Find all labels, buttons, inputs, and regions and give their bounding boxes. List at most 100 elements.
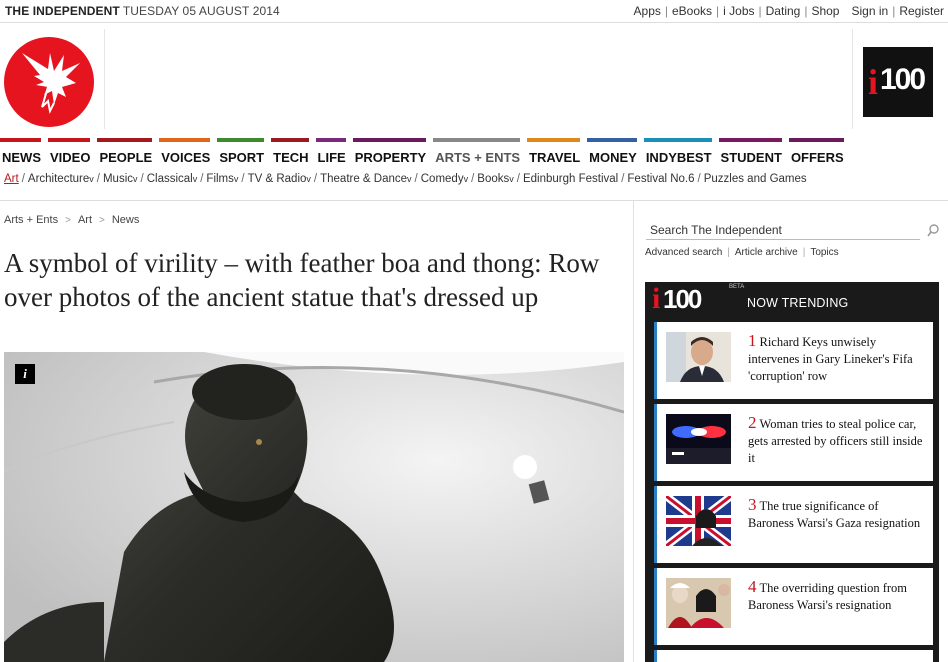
subnav-architecture[interactable]: Architecture — [28, 173, 89, 185]
nav-student[interactable]: STUDENT — [718, 138, 782, 164]
eagle-icon — [22, 53, 80, 115]
subnav-tv-radio[interactable]: TV & Radio — [248, 173, 307, 185]
trending-headline: 3 The true significance of Baroness Warsi… — [748, 496, 926, 532]
subnav-edinburgh-festival[interactable]: Edinburgh Festival — [523, 173, 618, 185]
dropdown-chevron-icon[interactable]: v — [464, 174, 469, 184]
independent-eagle-logo[interactable] — [4, 37, 94, 127]
nav-tech[interactable]: TECH — [271, 138, 309, 164]
brand-label: THE INDEPENDENT — [5, 4, 120, 18]
trending-header: i 100 BETA NOW TRENDING — [645, 282, 939, 316]
link-shop[interactable]: Shop — [811, 4, 839, 18]
dropdown-chevron-icon[interactable]: v — [234, 174, 239, 184]
separator: / — [313, 173, 318, 185]
dropdown-chevron-icon[interactable]: v — [133, 174, 138, 184]
trending-item[interactable]: 4 The overriding question from Baroness W… — [654, 568, 933, 645]
trending-text: The overriding question from Baroness Wa… — [748, 581, 908, 612]
main-nav: NEWS VIDEO PEOPLE VOICES SPORT TECH LIFE PROPER… — [0, 138, 851, 164]
separator: / — [21, 173, 25, 185]
breadcrumb-arts-ents[interactable]: Arts + Ents — [4, 214, 58, 226]
dropdown-chevron-icon[interactable]: v — [193, 174, 198, 184]
utility-links: Apps | eBooks | i Jobs | Dating | Shop S… — [634, 4, 944, 18]
sign-in-link[interactable]: Sign in — [851, 4, 888, 18]
article-archive-link[interactable]: Article archive — [735, 247, 798, 258]
separator: | — [804, 4, 808, 18]
i100-logo[interactable]: i 100 — [863, 47, 933, 117]
i100-logo-i: i — [652, 282, 661, 315]
topics-link[interactable]: Topics — [810, 247, 838, 258]
subnav-books[interactable]: Books — [477, 173, 509, 185]
trending-headline: 1 Richard Keys unwisely intervenes in Gar… — [748, 332, 926, 385]
link-apps[interactable]: Apps — [634, 4, 661, 18]
nav-indybest[interactable]: INDYBEST — [643, 138, 712, 164]
separator: | — [664, 4, 668, 18]
i100-logo-num: 100 — [663, 284, 702, 314]
trending-item[interactable]: 2 Woman tries to steal police car, gets a… — [654, 404, 933, 481]
separator: / — [96, 173, 100, 185]
nav-video[interactable]: VIDEO — [48, 138, 91, 164]
breadcrumb: Arts + Ents > Art > News — [4, 214, 139, 226]
nav-sport[interactable]: SPORT — [217, 138, 265, 164]
nav-property[interactable]: PROPERTY — [352, 138, 427, 164]
subnav-films[interactable]: Films — [206, 173, 233, 185]
nav-news[interactable]: NEWS — [0, 138, 41, 164]
link-ebooks[interactable]: eBooks — [672, 4, 712, 18]
breadcrumb-news[interactable]: News — [112, 214, 140, 226]
subnav-music[interactable]: Music — [103, 173, 133, 185]
nav-voices[interactable]: VOICES — [159, 138, 211, 164]
top-bar: THE INDEPENDENT TUESDAY 05 AUGUST 2014 Ap… — [0, 0, 948, 23]
subnav-puzzles-and-games[interactable]: Puzzles and Games — [704, 173, 807, 185]
search-links: Advanced search | Article archive | Topi… — [645, 247, 839, 258]
breadcrumb-art[interactable]: Art — [78, 214, 92, 226]
register-link[interactable]: Register — [899, 4, 944, 18]
subnav-festival-no-6[interactable]: Festival No.6 — [627, 173, 694, 185]
subnav-classical[interactable]: Classical — [147, 173, 193, 185]
trending-thumbnail — [666, 496, 731, 546]
separator: | — [802, 247, 806, 258]
dropdown-chevron-icon[interactable]: v — [407, 174, 412, 184]
dropdown-chevron-icon[interactable]: v — [89, 174, 94, 184]
nav-travel[interactable]: TRAVEL — [527, 138, 581, 164]
trending-text: Woman tries to steal police car, gets ar… — [748, 417, 923, 465]
dropdown-chevron-icon[interactable]: v — [509, 174, 514, 184]
nav-life[interactable]: LIFE — [315, 138, 346, 164]
separator: | — [892, 4, 896, 18]
subnav-art[interactable]: Art — [4, 173, 19, 185]
separator: / — [516, 173, 520, 185]
trending-headline: 2 Woman tries to steal police car, gets a… — [748, 414, 926, 467]
subnav-theatre-dance[interactable]: Theatre & Dance — [320, 173, 407, 185]
i100-logo-i: i — [868, 62, 879, 102]
trending-rank: 2 — [748, 413, 757, 432]
search-icon[interactable] — [927, 224, 939, 238]
nav-people[interactable]: PEOPLE — [97, 138, 153, 164]
nav-arts-ents[interactable]: ARTS + ENTS — [433, 138, 521, 164]
trending-text: The true significance of Baroness Warsi'… — [748, 499, 921, 530]
nav-money[interactable]: MONEY — [587, 138, 637, 164]
breadcrumb-separator: > — [65, 214, 71, 226]
nav-offers[interactable]: OFFERS — [788, 138, 844, 164]
separator: | — [727, 247, 730, 258]
edition-date: TUESDAY 05 AUGUST 2014 — [122, 4, 280, 18]
trending-rank: 1 — [748, 331, 757, 350]
trending-text: Richard Keys unwisely intervenes in Gary… — [748, 335, 913, 383]
separator: / — [471, 173, 475, 185]
trending-item[interactable] — [654, 650, 933, 662]
trending-item[interactable]: 1 Richard Keys unwisely intervenes in Gar… — [654, 322, 933, 399]
info-icon[interactable]: i — [15, 364, 35, 384]
trending-thumbnail — [666, 578, 731, 628]
brand-name: THE INDEPENDENT TUESDAY 05 AUGUST 2014 — [5, 4, 280, 18]
trending-thumbnail — [666, 414, 731, 464]
advanced-search-link[interactable]: Advanced search — [645, 247, 722, 258]
link-dating[interactable]: Dating — [766, 4, 801, 18]
trending-rank: 3 — [748, 495, 757, 514]
hero-image[interactable]: i — [4, 352, 624, 662]
trending-item[interactable]: 3 The true significance of Baroness Warsi… — [654, 486, 933, 563]
trending-thumbnail — [666, 332, 731, 382]
subnav-comedy[interactable]: Comedy — [421, 173, 464, 185]
search-input[interactable] — [646, 220, 920, 240]
trending-rank: 4 — [748, 577, 757, 596]
separator: / — [621, 173, 625, 185]
beta-badge: BETA — [729, 284, 745, 290]
i100-trending-panel: i 100 BETA NOW TRENDING 1 Richard Keys un… — [645, 282, 939, 662]
dropdown-chevron-icon[interactable]: v — [306, 174, 311, 184]
link-ijobs[interactable]: i Jobs — [723, 4, 754, 18]
